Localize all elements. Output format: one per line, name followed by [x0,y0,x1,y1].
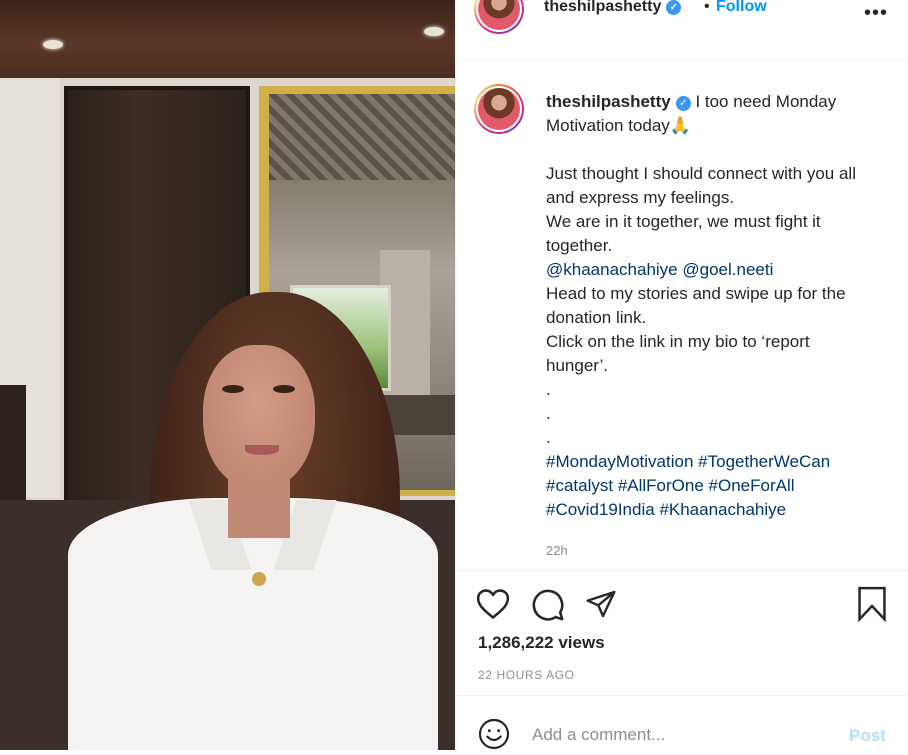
post-comment-button[interactable]: Post [849,726,886,746]
hashtag-link[interactable]: #OneForAll [709,476,795,495]
post-panel: theshilpashetty ✓ • Follow ••• theshilpas… [455,0,908,750]
mention-link[interactable]: @khaanachahiye [546,260,678,279]
verified-badge-icon: ✓ [666,0,682,15]
caption-paragraph: Click on the link in my bio to ‘report h… [546,332,810,375]
post-date[interactable]: 22 HOURS AGO [478,668,575,682]
share-send-icon[interactable] [584,588,618,625]
views-count[interactable]: 1,286,222 views [478,633,605,653]
person-pendant [252,572,266,586]
emoji-smiley-icon[interactable] [478,718,510,755]
like-heart-icon[interactable] [476,588,510,625]
follow-button[interactable]: Follow [716,0,767,16]
person-face [203,345,315,490]
comment-bar: Post [456,695,908,751]
comment-bubble-icon[interactable] [531,588,565,627]
hashtag-link[interactable]: #MondayMotivation [546,452,693,471]
caption-dot: . [546,428,551,447]
mention-link[interactable]: @goel.neeti [682,260,773,279]
author-avatar[interactable] [474,0,524,34]
comment-input[interactable] [532,725,832,745]
post-caption: theshilpashetty ✓ I too need Monday Motiv… [546,90,876,522]
caption-paragraph: Just thought I should connect with you a… [546,164,856,207]
person-eye [222,385,244,393]
scene-ceiling [0,0,455,80]
scene-ceiling-light [43,40,63,49]
person-mouth [245,445,279,455]
save-bookmark-icon[interactable] [856,586,888,627]
verified-badge-icon: ✓ [675,96,691,111]
scene-ceiling-light [424,27,444,36]
follow-separator: • [704,0,710,15]
hashtag-link[interactable]: #catalyst [546,476,613,495]
scene-mirror-ceiling [269,94,455,180]
caption-timestamp[interactable]: 22h [546,543,568,558]
hashtag-link[interactable]: #Khaanachahiye [659,500,786,519]
header-author[interactable]: theshilpashetty ✓ [544,0,682,16]
caption-paragraph: We are in it together, we must fight it … [546,212,821,255]
person-eye [273,385,295,393]
post-header: theshilpashetty ✓ • Follow ••• [456,0,908,61]
hashtag-link[interactable]: #TogetherWeCan [698,452,830,471]
hashtag-link[interactable]: #AllForOne [618,476,704,495]
header-author-name[interactable]: theshilpashetty [544,0,661,15]
caption-dot: . [546,380,551,399]
actions-divider [456,570,908,571]
post-video[interactable] [0,0,455,750]
caption-dot: . [546,404,551,423]
caption-paragraph: Head to my stories and swipe up for the … [546,284,846,327]
scene-shelf [0,385,26,510]
more-options-icon[interactable]: ••• [864,2,888,25]
hashtag-link[interactable]: #Covid19India [546,500,655,519]
caption-avatar[interactable] [474,84,524,134]
caption-author[interactable]: theshilpashetty [546,92,671,111]
